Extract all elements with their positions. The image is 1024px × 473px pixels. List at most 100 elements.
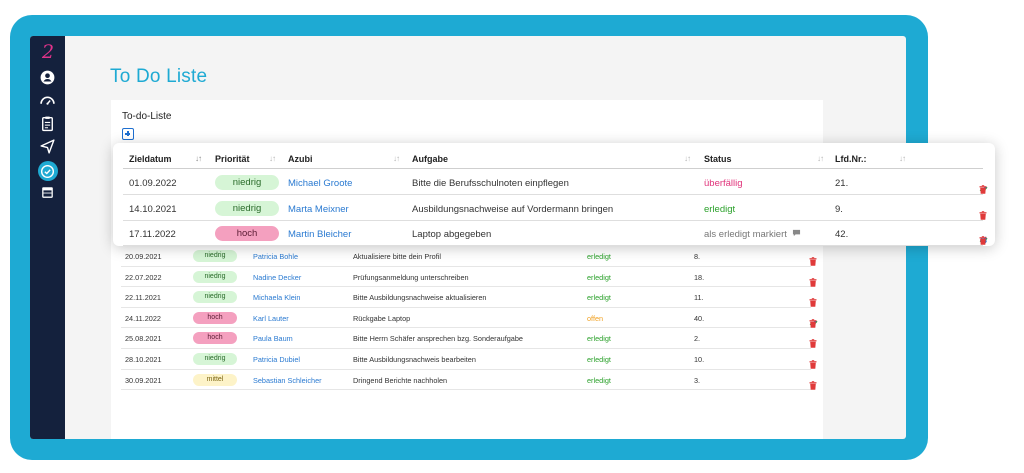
trainee-link[interactable]: Sebastian Schleicher: [253, 376, 322, 385]
todo-table-body: 20.09.2021 niedrig Patricia Bohle Aktualisi…: [121, 246, 818, 391]
trash-icon[interactable]: [809, 298, 817, 307]
row-date: 25.08.2021: [125, 334, 162, 344]
comment-icon[interactable]: [792, 229, 801, 240]
trash-icon[interactable]: [979, 185, 987, 194]
trainee-link[interactable]: Karl Lauter: [253, 314, 289, 323]
row-date: 28.10.2021: [125, 354, 162, 364]
highlighted-table-row: 17.11.2022 hoch Martin Bleicher Laptop abge…: [123, 221, 988, 246]
table-row: 30.09.2021 mittel Sebastian Schleicher Drin…: [121, 370, 817, 391]
status-text: überfällig: [704, 178, 743, 189]
trash-icon[interactable]: [809, 380, 817, 390]
task-text: Laptop abgegeben: [412, 229, 492, 240]
row-date: 14.10.2021: [129, 203, 177, 215]
dashboard-gauge-icon[interactable]: [39, 92, 56, 109]
row-number: 9.: [835, 203, 843, 215]
trainee-link[interactable]: Marta Meixner: [288, 204, 349, 215]
status-text: erledigt: [587, 252, 611, 261]
row-number: 11.: [694, 293, 704, 303]
clipboard-icon[interactable]: [39, 115, 56, 132]
add-todo-button[interactable]: [122, 128, 134, 140]
table-row: 22.11.2021 niedrig Michaela Klein Bitte Aus…: [121, 287, 817, 308]
trash-icon[interactable]: [809, 360, 817, 369]
card-title: To-do-Liste: [122, 111, 172, 122]
status-text: erledigt: [587, 272, 611, 282]
trash-icon[interactable]: [809, 257, 817, 266]
header-number[interactable]: Lfd.Nr.:: [835, 154, 867, 164]
task-text: Dringend Berichte nachholen: [353, 375, 448, 385]
sort-icon[interactable]: ↓↑: [393, 154, 400, 163]
status-text: erledigt: [704, 203, 736, 215]
table-row: 22.07.2022 niedrig Nadine Decker Prüfungsan…: [121, 267, 817, 288]
trash-icon[interactable]: [809, 318, 817, 328]
task-text: Bitte die Berufsschulnoten einpflegen: [412, 178, 569, 189]
priority-badge: hoch: [193, 332, 237, 345]
priority-badge: niedrig: [193, 291, 237, 304]
table-header: Zieldatum ↓↑ Priorität ↓↑ Azubi ↓↑ Aufga…: [123, 147, 983, 169]
row-number: 40.: [694, 313, 705, 323]
trainee-link[interactable]: Patricia Dubiel: [253, 355, 300, 364]
status-text: offen: [587, 313, 604, 323]
header-trainee[interactable]: Azubi: [288, 154, 313, 164]
sort-icon[interactable]: ↓↑: [269, 154, 276, 163]
highlighted-table-row: 14.10.2021 niedrig Marta Meixner Ausbildung…: [123, 196, 987, 221]
row-number: 2.: [694, 334, 701, 344]
status-text: erledigt: [587, 293, 611, 303]
header-date[interactable]: Zieldatum: [129, 154, 172, 164]
highlighted-table-panel: Zieldatum ↓↑ Priorität ↓↑ Azubi ↓↑ Aufga…: [113, 143, 995, 246]
task-text: Bitte Ausbildungsnachweis bearbeiten: [353, 354, 476, 364]
trash-icon[interactable]: [979, 210, 987, 220]
task-text: Bitte Herrn Schäfer ansprechen bzg. Sond…: [353, 334, 523, 344]
trash-icon[interactable]: [809, 277, 817, 287]
status-text: erledigt: [587, 334, 611, 344]
table-row: 25.08.2021 hoch Paula Baum Bitte Herrn Schä…: [121, 328, 817, 349]
calendar-icon[interactable]: [39, 184, 56, 201]
header-priority[interactable]: Priorität: [215, 154, 250, 164]
sort-icon[interactable]: ↓↑: [899, 154, 906, 163]
priority-badge: niedrig: [193, 270, 237, 283]
highlighted-table-row: 01.09.2022 niedrig Michael Groote Bitte die…: [123, 170, 988, 195]
trainee-link[interactable]: Michaela Klein: [253, 293, 300, 302]
check-circle-icon[interactable]: [39, 163, 56, 180]
trainee-link[interactable]: Michael Groote: [288, 178, 352, 189]
table-row: 20.09.2021 niedrig Patricia Bohle Aktualisi…: [121, 246, 817, 267]
row-date: 17.11.2022: [129, 229, 176, 240]
status-text: erledigt: [587, 375, 611, 385]
priority-badge: niedrig: [215, 175, 279, 190]
sort-desc-icon[interactable]: ↓↑: [195, 154, 202, 163]
table-row: 28.10.2021 niedrig Patricia Dubiel Bitte Au…: [121, 349, 817, 370]
row-number: 3.: [694, 375, 701, 385]
sidebar: 2: [30, 36, 65, 439]
row-date: 20.09.2021: [125, 252, 162, 261]
task-text: Rückgabe Laptop: [353, 313, 411, 323]
task-text: Aktualisiere bitte dein Profil: [353, 252, 442, 261]
row-date: 01.09.2022: [129, 178, 177, 189]
priority-badge: niedrig: [193, 352, 237, 365]
table-row: 24.11.2022 hoch Karl Lauter Rückgabe Laptop…: [121, 308, 818, 329]
task-text: Prüfungsanmeldung unterschreiben: [353, 272, 469, 282]
status-text: als erledigt markiert: [704, 229, 787, 240]
trash-icon[interactable]: [979, 236, 987, 245]
sort-icon[interactable]: ↓↑: [684, 154, 691, 163]
trash-icon[interactable]: [809, 339, 817, 349]
task-text: Ausbildungsnachweise auf Vordermann brin…: [412, 203, 614, 215]
trainee-link[interactable]: Martin Bleicher: [288, 229, 351, 240]
status-text: erledigt: [587, 354, 611, 364]
row-number: 42.: [835, 229, 849, 240]
trainee-link[interactable]: Nadine Decker: [253, 273, 301, 282]
header-status[interactable]: Status: [704, 154, 732, 164]
send-icon[interactable]: [39, 138, 56, 155]
row-number: 8.: [694, 252, 701, 261]
row-number: 10.: [694, 354, 705, 364]
priority-badge: hoch: [193, 311, 237, 324]
row-number: 18.: [694, 272, 705, 282]
row-date: 22.11.2021: [125, 293, 161, 303]
sort-icon[interactable]: ↓↑: [817, 154, 824, 163]
header-task[interactable]: Aufgabe: [412, 154, 448, 164]
row-number: 21.: [835, 178, 849, 189]
trainee-link[interactable]: Paula Baum: [253, 334, 293, 343]
app-logo: 2: [41, 41, 55, 63]
priority-badge: hoch: [215, 226, 279, 241]
trainee-link[interactable]: Patricia Bohle: [253, 252, 298, 261]
priority-badge: niedrig: [215, 200, 279, 216]
user-icon[interactable]: [39, 69, 56, 86]
